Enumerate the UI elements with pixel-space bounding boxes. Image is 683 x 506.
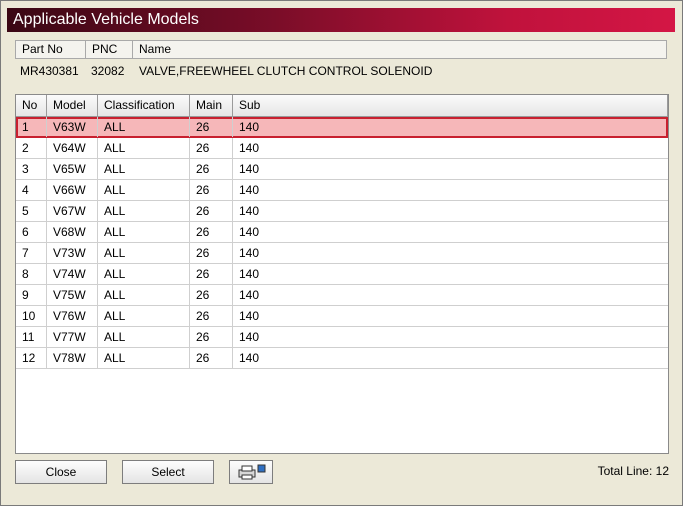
cell-sub: 140 [239, 225, 260, 239]
col-header-no[interactable]: No [16, 95, 47, 116]
cell-no: 2 [16, 138, 47, 158]
cell-no: 4 [16, 180, 47, 200]
part-name-value: VALVE,FREEWHEEL CLUTCH CONTROL SOLENOID [139, 64, 433, 78]
cell-classification: ALL [98, 264, 190, 284]
applicable-vehicle-models-window: Applicable Vehicle Models Part No PNC Na… [0, 0, 683, 506]
cell-main: 26 [190, 264, 233, 284]
cell-model: V63W [47, 117, 98, 137]
cell-sub: 140 [239, 309, 260, 323]
cell-main: 26 [190, 180, 233, 200]
cell-main: 26 [190, 327, 233, 347]
close-button[interactable]: Close [15, 460, 107, 484]
col-header-classification[interactable]: Classification [98, 95, 190, 116]
content-panel: Part No PNC Name MR430381 32082 VALVE,FR… [7, 32, 675, 499]
cell-main: 26 [190, 285, 233, 305]
cell-classification: ALL [98, 159, 190, 179]
part-no-header: Part No [16, 41, 86, 58]
cell-sub: 140 [239, 141, 260, 155]
cell-model: V76W [47, 306, 98, 326]
cell-classification: ALL [98, 138, 190, 158]
cell-no: 6 [16, 222, 47, 242]
cell-sub: 140 [239, 288, 260, 302]
cell-model: V78W [47, 348, 98, 368]
cell-classification: ALL [98, 201, 190, 221]
cell-classification: ALL [98, 327, 190, 347]
cell-sub: 140 [239, 330, 260, 344]
cell-sub: 140 [239, 162, 260, 176]
cell-classification: ALL [98, 222, 190, 242]
table-row[interactable]: 7 V73W ALL 26 140 [16, 243, 668, 264]
cell-model: V73W [47, 243, 98, 263]
pnc-value: 32082 [91, 64, 125, 78]
part-info-header: Part No PNC Name [15, 40, 667, 59]
table-row[interactable]: 6 V68W ALL 26 140 [16, 222, 668, 243]
cell-sub: 140 [239, 267, 260, 281]
part-info-values: MR430381 32082 VALVE,FREEWHEEL CLUTCH CO… [15, 62, 665, 80]
table-row[interactable]: 8 V74W ALL 26 140 [16, 264, 668, 285]
cell-main: 26 [190, 306, 233, 326]
cell-main: 26 [190, 159, 233, 179]
cell-no: 12 [16, 348, 47, 368]
cell-classification: ALL [98, 285, 190, 305]
col-header-sub[interactable]: Sub [233, 95, 668, 116]
table-row[interactable]: 3 V65W ALL 26 140 [16, 159, 668, 180]
cell-model: V68W [47, 222, 98, 242]
print-button[interactable] [229, 460, 273, 484]
col-header-model[interactable]: Model [47, 95, 98, 116]
col-header-main[interactable]: Main [190, 95, 233, 116]
table-row[interactable]: 10 V76W ALL 26 140 [16, 306, 668, 327]
cell-sub: 140 [239, 246, 260, 260]
cell-model: V66W [47, 180, 98, 200]
cell-no: 9 [16, 285, 47, 305]
vehicle-models-table[interactable]: No Model Classification Main Sub 1 V63W AL… [15, 94, 669, 454]
cell-classification: ALL [98, 348, 190, 368]
cell-no: 11 [16, 327, 47, 347]
cell-sub: 140 [239, 120, 260, 134]
cell-model: V77W [47, 327, 98, 347]
cell-classification: ALL [98, 243, 190, 263]
table-row[interactable]: 5 V67W ALL 26 140 [16, 201, 668, 222]
printer-icon [237, 464, 267, 480]
table-body: 1 V63W ALL 26 140 2 V64W ALL 26 140 3 V65W ALL 26 140 4… [16, 117, 668, 369]
cell-classification: ALL [98, 180, 190, 200]
cell-model: V67W [47, 201, 98, 221]
table-row[interactable]: 2 V64W ALL 26 140 [16, 138, 668, 159]
window-title: Applicable Vehicle Models [13, 11, 199, 28]
total-line-count: Total Line: 12 [597, 464, 669, 478]
cell-main: 26 [190, 222, 233, 242]
cell-model: V65W [47, 159, 98, 179]
cell-main: 26 [190, 243, 233, 263]
cell-no: 7 [16, 243, 47, 263]
title-bar[interactable]: Applicable Vehicle Models [7, 8, 675, 32]
table-row[interactable]: 12 V78W ALL 26 140 [16, 348, 668, 369]
cell-sub: 140 [239, 204, 260, 218]
cell-classification: ALL [98, 117, 190, 137]
table-row[interactable]: 1 V63W ALL 26 140 [16, 117, 668, 138]
cell-model: V64W [47, 138, 98, 158]
cell-sub: 140 [239, 351, 260, 365]
table-row[interactable]: 4 V66W ALL 26 140 [16, 180, 668, 201]
cell-no: 8 [16, 264, 47, 284]
cell-main: 26 [190, 117, 233, 137]
name-header: Name [139, 42, 172, 56]
table-row[interactable]: 9 V75W ALL 26 140 [16, 285, 668, 306]
cell-model: V74W [47, 264, 98, 284]
cell-no: 10 [16, 306, 47, 326]
cell-main: 26 [190, 348, 233, 368]
select-button[interactable]: Select [122, 460, 214, 484]
cell-classification: ALL [98, 306, 190, 326]
table-header: No Model Classification Main Sub [16, 95, 668, 117]
cell-no: 5 [16, 201, 47, 221]
pnc-header: PNC [86, 41, 133, 58]
cell-main: 26 [190, 201, 233, 221]
cell-no: 1 [16, 117, 47, 137]
table-row[interactable]: 11 V77W ALL 26 140 [16, 327, 668, 348]
cell-no: 3 [16, 159, 47, 179]
part-no-value: MR430381 [20, 64, 79, 78]
cell-model: V75W [47, 285, 98, 305]
cell-sub: 140 [239, 183, 260, 197]
cell-main: 26 [190, 138, 233, 158]
